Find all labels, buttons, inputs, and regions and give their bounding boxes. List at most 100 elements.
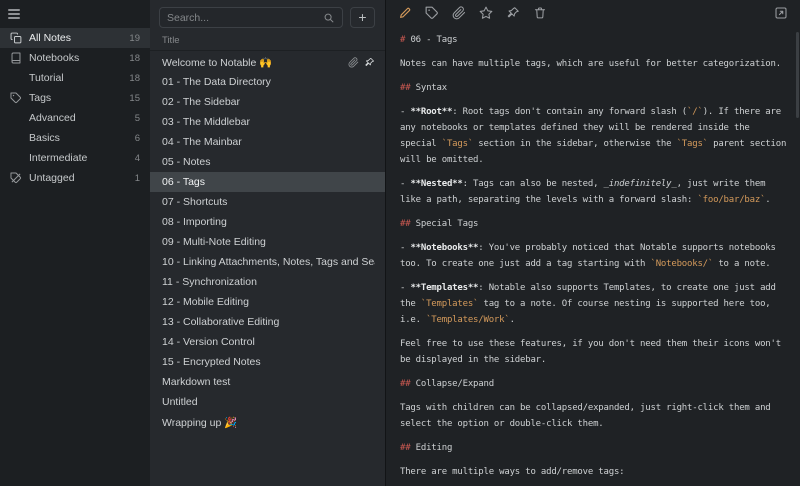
note-row-02-the-sidebar[interactable]: 02 - The Sidebar (150, 92, 385, 112)
markdown-block: There are multiple ways to add/remove ta… (400, 464, 786, 480)
tag-icon (10, 92, 22, 104)
sidebar-item-count: 4 (129, 153, 140, 164)
new-note-button[interactable]: + (350, 7, 375, 28)
markdown-line: any notebooks or templates defined they … (400, 120, 786, 136)
markdown-line: be displayed in the sidebar. (400, 352, 786, 368)
note-row-10-linking-attachments-notes-tags-and-searc[interactable]: 10 - Linking Attachments, Notes, Tags an… (150, 252, 385, 272)
note-row-untitled[interactable]: Untitled (150, 392, 385, 412)
note-row-07-shortcuts[interactable]: 07 - Shortcuts (150, 192, 385, 212)
markdown-line: Feel free to use these features, if you … (400, 336, 786, 352)
note-row-welcome-to-notable[interactable]: Welcome to Notable 🙌 (150, 52, 385, 72)
markdown-line: There are multiple ways to add/remove ta… (400, 464, 786, 480)
sidebar-item-count: 15 (123, 93, 140, 104)
sidebar-item-count: 6 (129, 133, 140, 144)
search-icon[interactable] (323, 12, 335, 24)
attachment-icon (348, 57, 359, 68)
markdown-block: Tags with children can be collapsed/expa… (400, 400, 786, 432)
note-title: 11 - Synchronization (162, 276, 375, 288)
pin-icon[interactable] (506, 6, 520, 20)
markdown-line: like a path, separating the levels with … (400, 192, 786, 208)
markdown-line: ## Collapse/Expand (400, 376, 786, 392)
hamburger-menu-icon[interactable] (8, 6, 30, 22)
note-title: 15 - Encrypted Notes (162, 356, 375, 368)
note-title: 04 - The Mainbar (162, 136, 375, 148)
notes-list: Welcome to Notable 🙌 01 - The Data Direct… (150, 51, 385, 486)
markdown-block: - **Notebooks**: You've probably noticed… (400, 240, 786, 272)
note-row-08-importing[interactable]: 08 - Importing (150, 212, 385, 232)
note-title: 03 - The Middlebar (162, 116, 375, 128)
trash-icon[interactable] (533, 6, 547, 20)
note-title: Welcome to Notable 🙌 (162, 56, 343, 69)
pin-icon (364, 57, 375, 68)
paperclip-icon[interactable] (452, 6, 466, 20)
open-external-icon[interactable] (774, 6, 788, 20)
sidebar-item-label: Untagged (29, 172, 75, 184)
sidebar-item-intermediate[interactable]: Intermediate 4 (0, 148, 150, 168)
markdown-line: ## Editing (400, 440, 786, 456)
note-row-06-tags[interactable]: 06 - Tags (150, 172, 385, 192)
sidebar-item-label: Tags (29, 92, 51, 104)
all-notes-icon (10, 32, 22, 44)
markdown-block: - **Root**: Root tags don't contain any … (400, 104, 786, 168)
pencil-icon[interactable] (398, 6, 412, 20)
note-row-05-notes[interactable]: 05 - Notes (150, 152, 385, 172)
note-row-14-version-control[interactable]: 14 - Version Control (150, 332, 385, 352)
sidebar-item-label: Basics (29, 132, 60, 144)
sidebar-item-notebooks[interactable]: Notebooks18 (0, 48, 150, 68)
editor-toolbar (386, 0, 800, 26)
search-input[interactable] (167, 12, 319, 24)
sidebar: All Notes19Notebooks18Tutorial18Tags15Ad… (0, 0, 150, 486)
note-title: 09 - Multi-Note Editing (162, 236, 375, 248)
sidebar-item-all-notes[interactable]: All Notes 19 (0, 28, 150, 48)
search-box[interactable] (159, 7, 343, 28)
markdown-block: - **Templates**: Notable also supports T… (400, 280, 786, 328)
editor-panel: # 06 - Tags Notes can have multiple tags,… (386, 0, 800, 486)
markdown-line: the `Templates` tag to a note. Of course… (400, 296, 786, 312)
star-icon[interactable] (479, 6, 493, 20)
editor-content[interactable]: # 06 - Tags Notes can have multiple tags,… (386, 26, 800, 486)
sidebar-item-tutorial[interactable]: Tutorial18 (0, 68, 150, 88)
sidebar-item-advanced[interactable]: Advanced 5 (0, 108, 150, 128)
note-title: 13 - Collaborative Editing (162, 316, 375, 328)
note-row-13-collaborative-editing[interactable]: 13 - Collaborative Editing (150, 312, 385, 332)
note-title: 01 - The Data Directory (162, 76, 375, 88)
markdown-block: - **Nested**: Tags can also be nested, _… (400, 176, 786, 208)
note-row-15-encrypted-notes[interactable]: 15 - Encrypted Notes (150, 352, 385, 372)
markdown-line: # 06 - Tags (400, 32, 786, 48)
note-row-wrapping-up[interactable]: Wrapping up 🎉 (150, 412, 385, 432)
tag-icon[interactable] (425, 6, 439, 20)
sidebar-item-label: Tutorial (29, 72, 64, 84)
note-list-toolbar: + (150, 0, 385, 33)
note-title: Wrapping up 🎉 (162, 416, 375, 429)
note-title: 14 - Version Control (162, 336, 375, 348)
note-row-04-the-mainbar[interactable]: 04 - The Mainbar (150, 132, 385, 152)
note-title: 12 - Mobile Editing (162, 296, 375, 308)
sidebar-item-basics[interactable]: Basics 6 (0, 128, 150, 148)
note-row-markdown-test[interactable]: Markdown test (150, 372, 385, 392)
markdown-line: - **Root**: Root tags don't contain any … (400, 104, 786, 120)
note-list-panel: + Title Welcome to Notable 🙌 01 - The Dat… (150, 0, 386, 486)
sidebar-item-count: 18 (123, 53, 140, 64)
markdown-line: - **Nested**: Tags can also be nested, _… (400, 176, 786, 192)
note-row-09-multi-note-editing[interactable]: 09 - Multi-Note Editing (150, 232, 385, 252)
sidebar-item-untagged[interactable]: Untagged1 (0, 168, 150, 188)
markdown-line: too. To create one just add a tag starti… (400, 256, 786, 272)
sidebar-item-count: 19 (123, 33, 140, 44)
note-title: Untitled (162, 396, 375, 408)
sidebar-item-count: 5 (129, 113, 140, 124)
note-row-12-mobile-editing[interactable]: 12 - Mobile Editing (150, 292, 385, 312)
sidebar-item-label: All Notes (29, 32, 71, 44)
note-title: 02 - The Sidebar (162, 96, 375, 108)
markdown-line: Notes can have multiple tags, which are … (400, 56, 786, 72)
note-row-03-the-middlebar[interactable]: 03 - The Middlebar (150, 112, 385, 132)
editor-scrollbar[interactable] (796, 32, 799, 118)
list-header-title: Title (150, 33, 385, 51)
note-title: 08 - Importing (162, 216, 375, 228)
markdown-block: ## Editing (400, 440, 786, 456)
sidebar-item-label: Intermediate (29, 152, 87, 164)
sidebar-item-tags[interactable]: Tags 15 (0, 88, 150, 108)
note-row-01-the-data-directory[interactable]: 01 - The Data Directory (150, 72, 385, 92)
sidebar-item-label: Advanced (29, 112, 76, 124)
note-row-11-synchronization[interactable]: 11 - Synchronization (150, 272, 385, 292)
notable-app: All Notes19Notebooks18Tutorial18Tags15Ad… (0, 0, 800, 486)
